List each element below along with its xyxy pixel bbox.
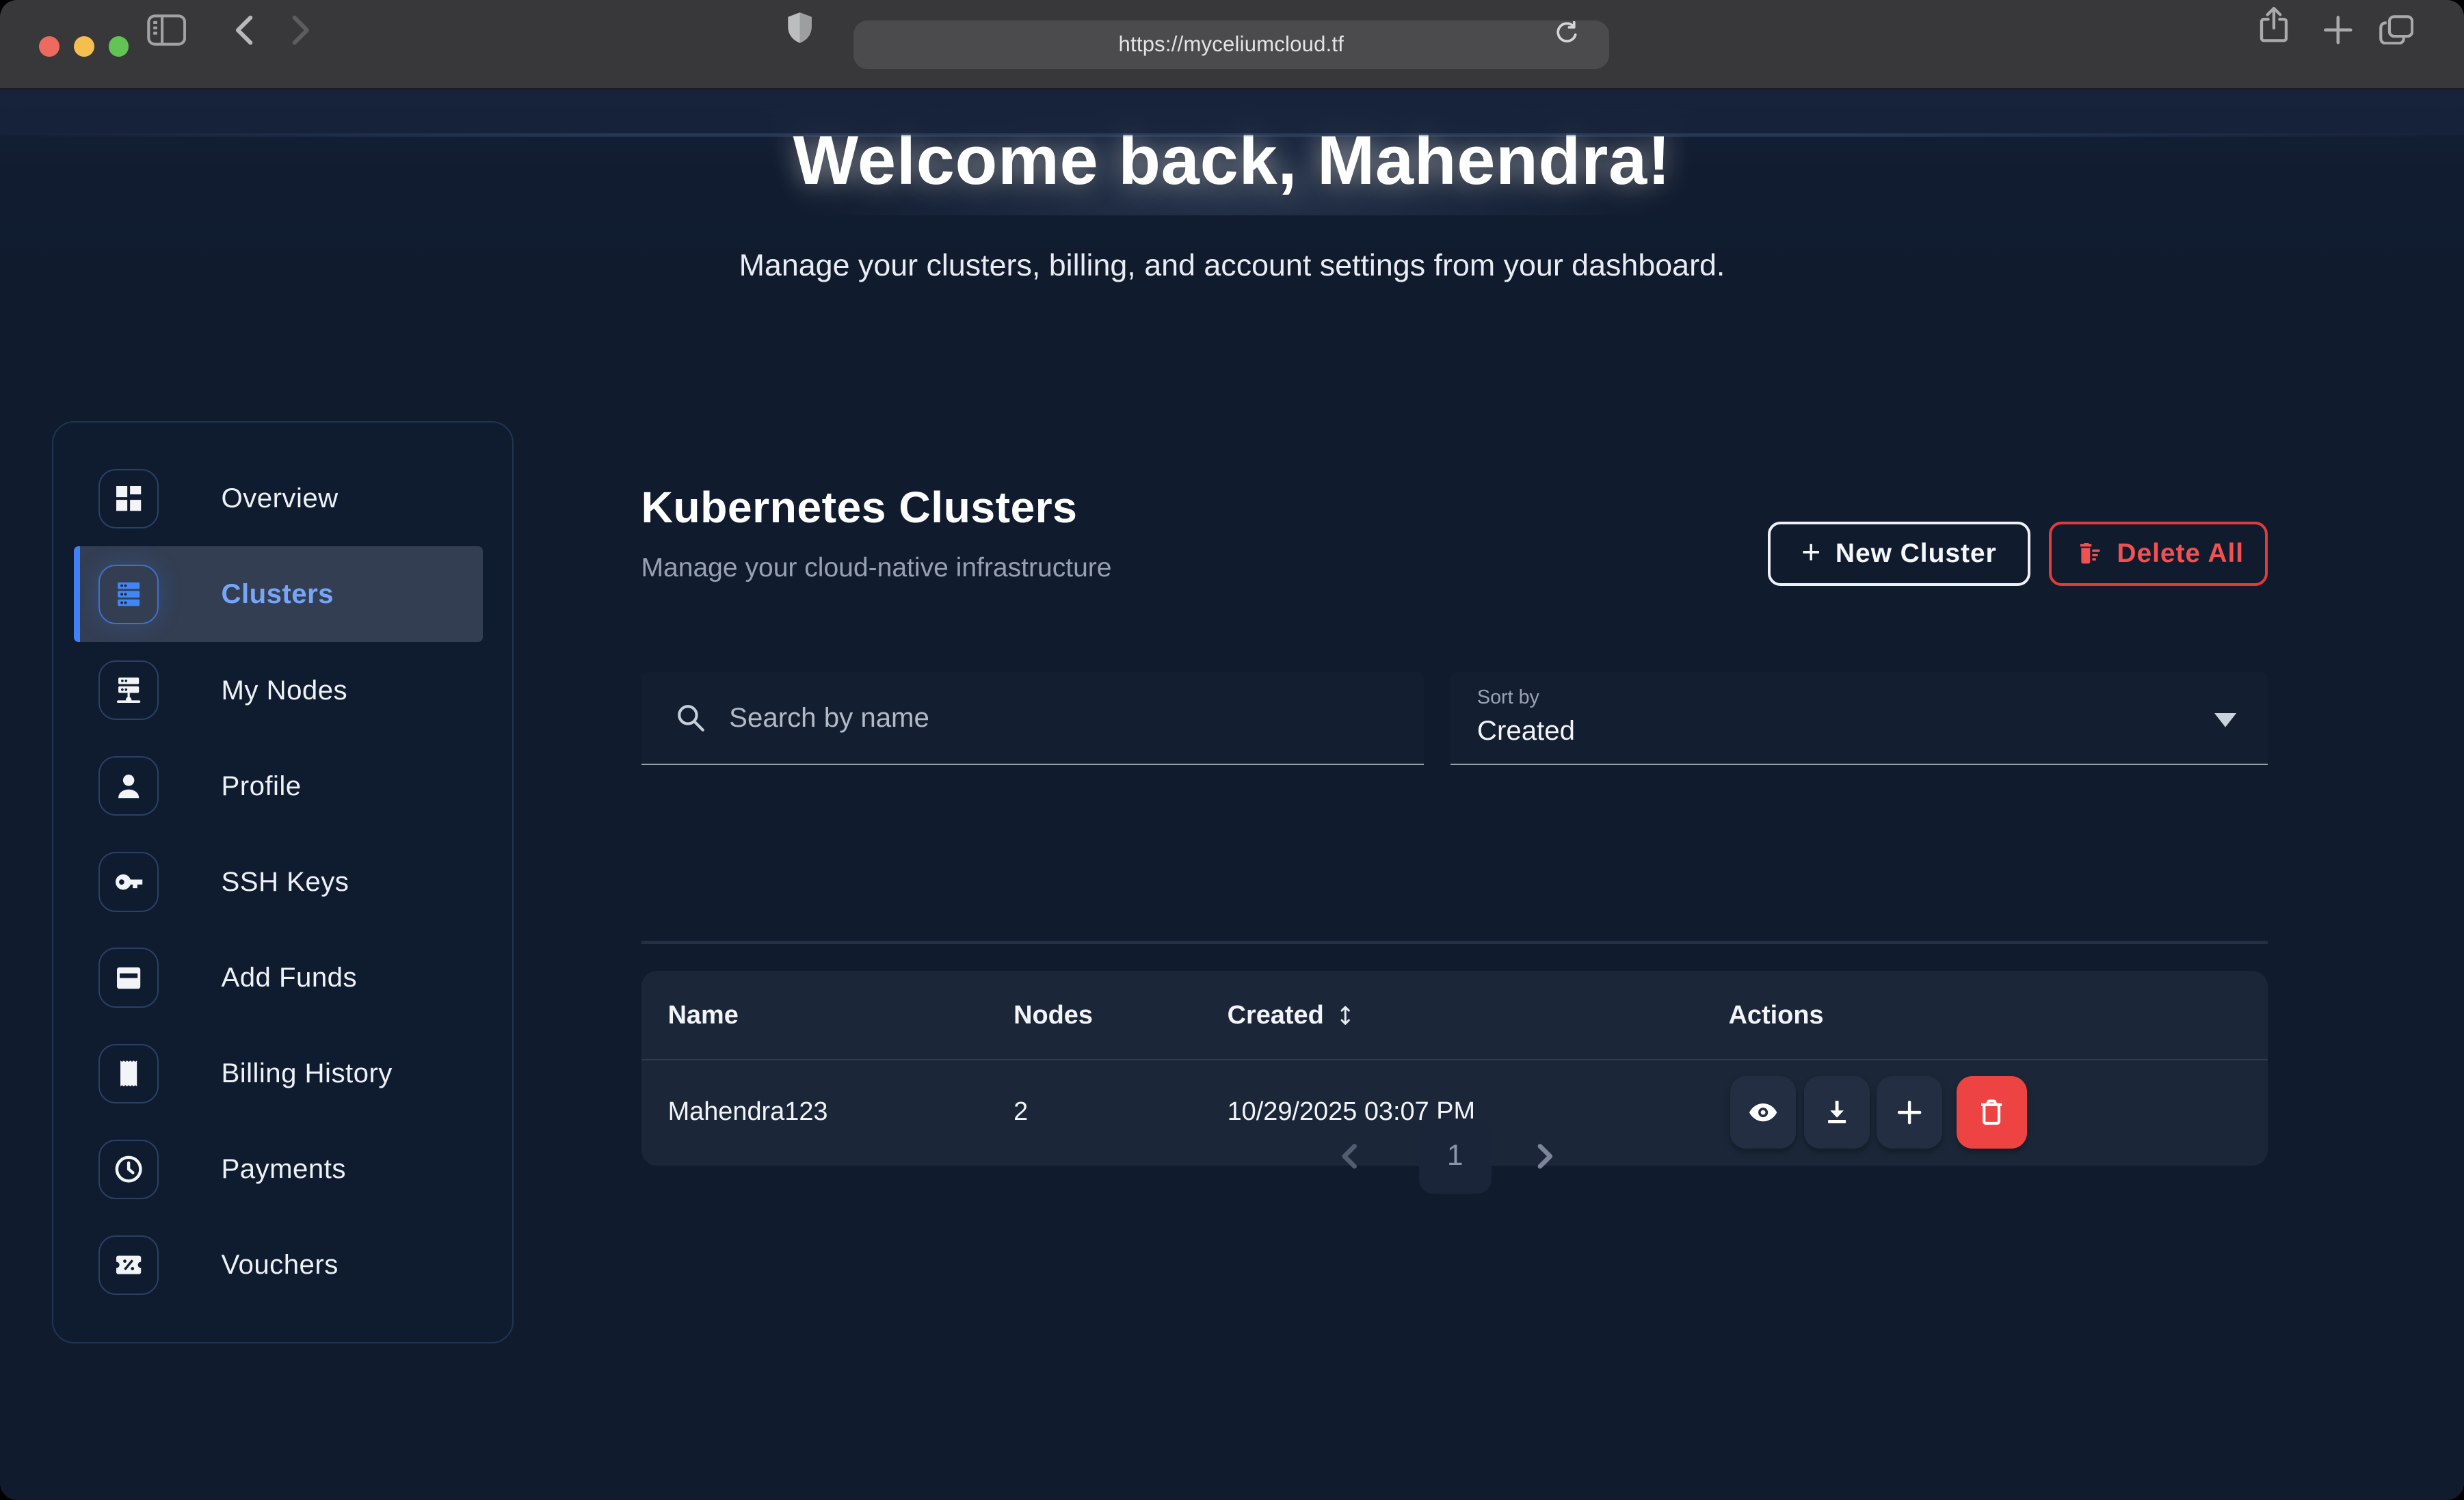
wallet-icon [98,948,158,1007]
sidebar-item-label: Overview [221,483,338,514]
search-icon [676,703,706,733]
sidebar-item-billing-history[interactable]: Billing History [74,1026,483,1121]
sidebar-item-overview[interactable]: Overview [74,451,483,546]
welcome-subtitle: Manage your clusters, billing, and accou… [0,248,2464,283]
pagination: 1 [0,1119,2464,1207]
browser-window: https://myceliumcloud.tf Welcome back, M… [0,0,2464,1500]
sort-selected-value: Created [1477,715,2239,747]
column-header-name: Name [668,971,739,1060]
sidebar-item-add-funds[interactable]: Add Funds [74,930,483,1026]
delete-all-button[interactable]: Delete All [2049,522,2267,586]
new-cluster-button[interactable]: + New Cluster [1768,522,2030,586]
address-bar[interactable]: https://myceliumcloud.tf [853,21,1609,69]
search-input[interactable] [726,701,1399,736]
sidebar-item-my-nodes[interactable]: My Nodes [74,642,483,738]
column-header-actions: Actions [1729,971,1824,1060]
dashboard-icon [98,469,158,528]
plus-icon: + [1801,533,1821,572]
new-cluster-label: New Cluster [1836,539,1997,569]
sidebar-item-label: Add Funds [221,962,357,993]
next-page-button[interactable] [1527,1139,1562,1179]
sort-label: Sort by [1477,686,2239,709]
delete-all-label: Delete All [2117,539,2244,569]
ticket-icon [98,1235,158,1295]
sidebar-item-label: Clusters [221,578,334,610]
column-header-nodes: Nodes [1014,971,1093,1060]
server-stack-icon [98,565,158,624]
column-header-created[interactable]: Created [1228,971,1357,1060]
sidebar-item-ssh-keys[interactable]: SSH Keys [74,834,483,930]
welcome-heading: Welcome back, Mahendra! [0,124,2464,197]
previous-page-button[interactable] [1333,1139,1368,1179]
url-text: https://myceliumcloud.tf [1119,32,1344,57]
zoom-window-button[interactable] [109,36,129,57]
top-blur-band [0,90,2464,135]
chevron-down-icon [2214,713,2236,727]
search-field[interactable] [641,672,1424,765]
chevron-left-icon [1333,1139,1368,1174]
receipt-icon [98,1044,158,1103]
chevron-right-icon [1527,1139,1562,1174]
person-icon [98,756,158,816]
sort-arrows-icon [1334,1004,1357,1027]
page-number-button[interactable]: 1 [1419,1119,1492,1194]
sidebar-item-vouchers[interactable]: Vouchers [74,1217,483,1313]
node-server-icon [98,660,158,720]
sidebar-item-label: Billing History [221,1058,392,1089]
page-content: Welcome back, Mahendra! Manage your clus… [0,90,2464,1500]
table-header-row: Name Nodes Created Actions [641,971,2268,1060]
sidebar-item-label: Vouchers [221,1249,338,1281]
sidebar-item-label: My Nodes [221,675,347,706]
sidebar-item-label: SSH Keys [221,866,349,898]
sidebar-item-label: Profile [221,771,301,802]
sidebar-item-profile[interactable]: Profile [74,738,483,834]
sidebar-item-clusters[interactable]: Clusters [74,546,483,642]
close-window-button[interactable] [39,36,59,57]
browser-toolbar: https://myceliumcloud.tf [0,0,2464,90]
delete-sweep-icon [2073,539,2103,569]
sort-dropdown[interactable]: Sort by Created [1450,672,2268,765]
page-title: Kubernetes Clusters [641,482,1078,533]
page-subtitle: Manage your cloud-native infrastructure [641,553,1112,583]
key-icon [98,852,158,911]
section-divider [641,941,2268,944]
minimize-window-button[interactable] [74,36,94,57]
